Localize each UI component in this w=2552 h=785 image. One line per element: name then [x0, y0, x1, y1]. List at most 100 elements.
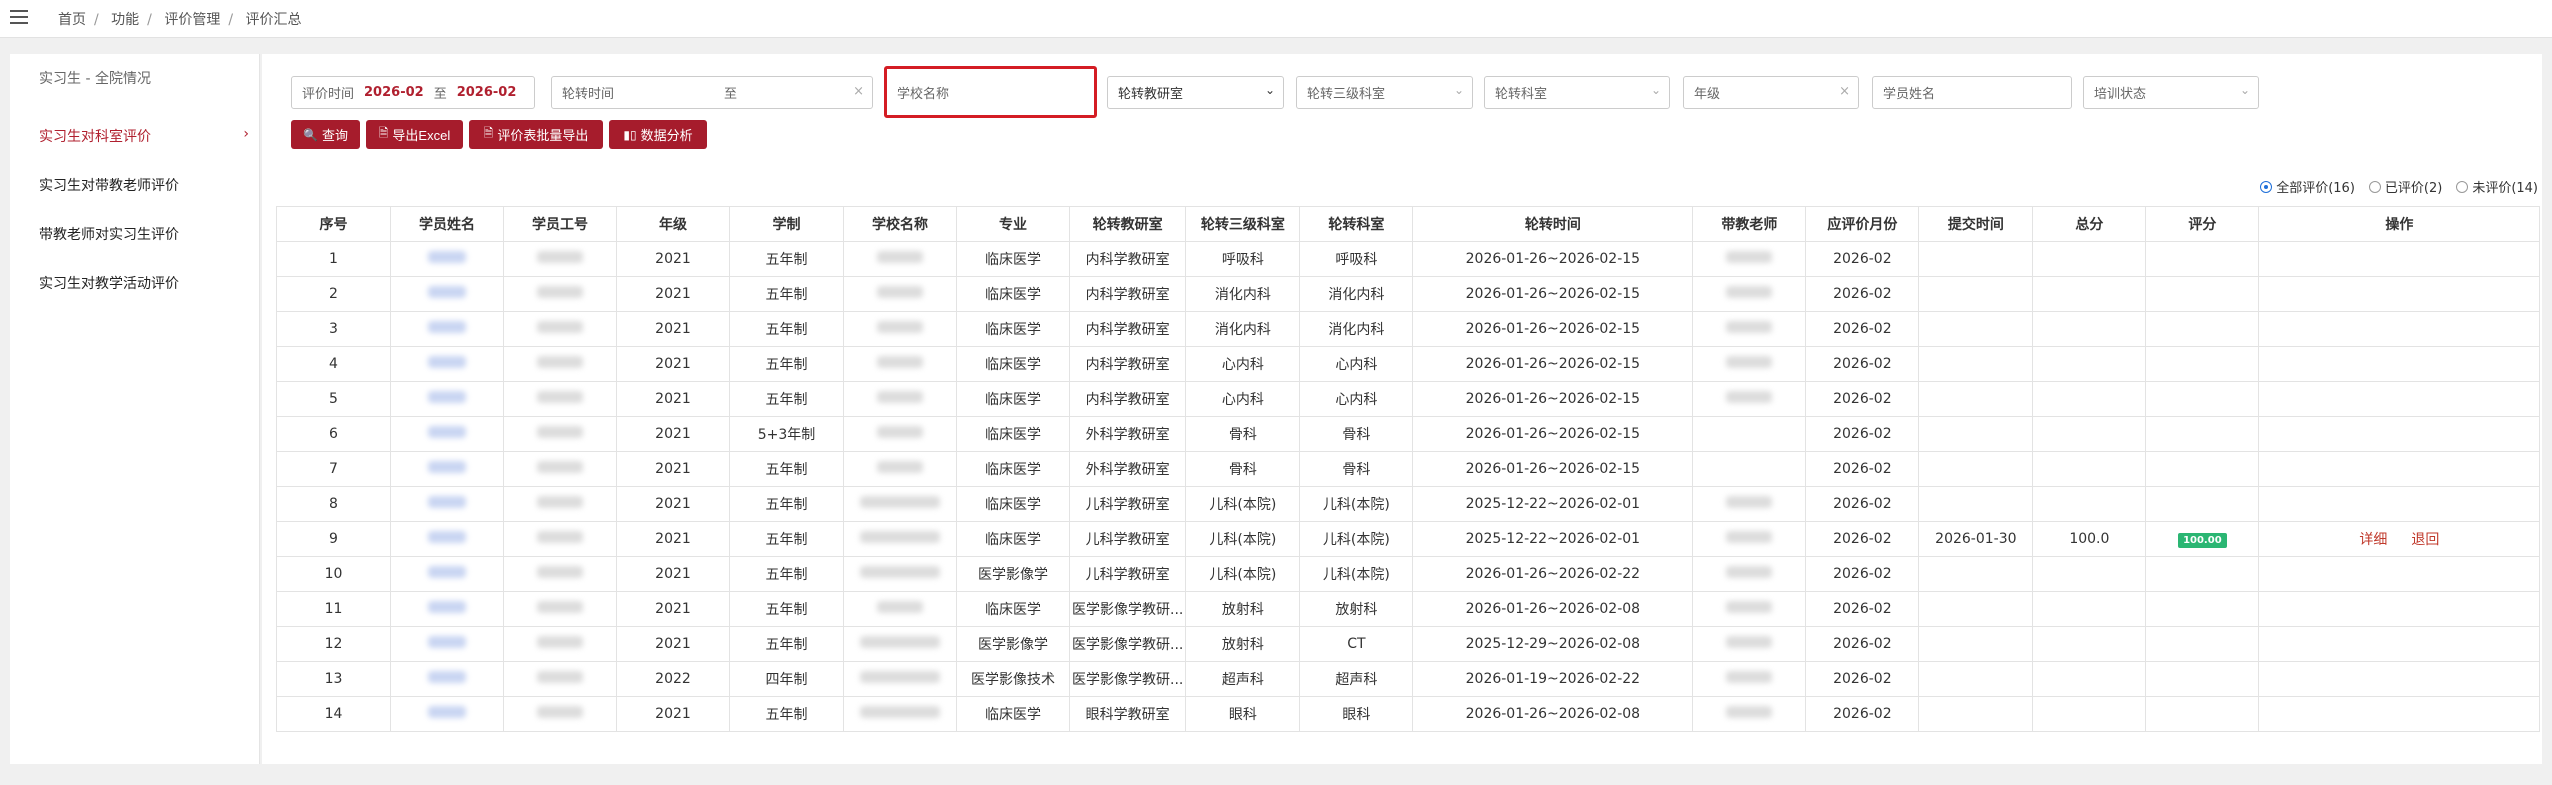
column-header: 总分 — [2032, 206, 2147, 242]
sidebar: 实习生 - 全院情况 实习生对科室评价 › 实习生对带教老师评价 带教老师对实习生… — [10, 54, 260, 764]
cell-student-name[interactable] — [390, 346, 504, 382]
table-row[interactable]: 10 2021 五年制 医学影像学 儿科学教研室 儿科(本院) 儿科(本院) 2026-01-… — [276, 556, 2541, 592]
data-analysis-button[interactable]: ▮▯ 数据分析 — [609, 120, 707, 149]
cell-teaching-room: 医学影像学教研... — [1068, 626, 1187, 662]
cell-student-name[interactable] — [390, 591, 504, 627]
batch-export-button[interactable]: 🗎 评价表批量导出 — [469, 120, 603, 149]
table-row[interactable]: 11 2021 五年制 临床医学 医学影像学教研... 放射科 放射科 2026-01-26~… — [276, 591, 2541, 627]
redacted-value — [877, 461, 923, 473]
cell-student-name[interactable] — [390, 451, 504, 487]
eval-summary-table: 序号 学员姓名 学员工号 年级 学制 学校名称 专业 轮转教研室 轮转三级科室 轮转科室 轮转时间带… — [276, 206, 2541, 732]
batch-export-label: 评价表批量导出 — [497, 128, 589, 143]
cell-student-name[interactable] — [390, 416, 504, 452]
cell-score — [2145, 381, 2260, 417]
cell-rotation-time: 2026-01-26~2026-02-15 — [1412, 311, 1694, 347]
cell-student-name[interactable] — [390, 276, 504, 312]
sidebar-item-teacher-to-intern[interactable]: 带教老师对实习生评价 — [39, 224, 249, 244]
cell-total-score: 100.0 — [2032, 521, 2147, 557]
cell-student-id — [503, 521, 617, 557]
cell-dept: 消化内科 — [1299, 276, 1414, 312]
redacted-value — [877, 601, 923, 613]
cell-teacher — [1692, 241, 1807, 277]
school-name-input[interactable]: 学校名称 — [884, 66, 1097, 118]
eval-time-range[interactable]: 评价时间 2026-02 至 2026-02 — [291, 76, 535, 109]
breadcrumb-function[interactable]: 功能 — [111, 12, 139, 28]
cell-school-name — [843, 591, 957, 627]
cell-major: 临床医学 — [956, 241, 1070, 277]
column-header: 轮转时间 — [1412, 206, 1694, 242]
sidebar-item-intern-to-dept[interactable]: 实习生对科室评价 › — [39, 126, 249, 146]
radio-not-evaluated[interactable]: 未评价(14) — [2456, 177, 2538, 196]
cell-student-id — [503, 416, 617, 452]
cell-student-name[interactable] — [390, 696, 504, 732]
cell-student-name[interactable] — [390, 626, 504, 662]
training-status-select[interactable]: 培训状态 ⌄ — [2083, 76, 2259, 109]
level3-dept-select[interactable]: 轮转三级科室 ⌄ — [1296, 76, 1473, 109]
dept-select[interactable]: 轮转科室 ⌄ — [1484, 76, 1670, 109]
cell-student-name[interactable] — [390, 486, 504, 522]
column-header: 带教老师 — [1692, 206, 1807, 242]
radio-all[interactable]: 全部评价(16) — [2260, 177, 2355, 196]
cell-student-name[interactable] — [390, 556, 504, 592]
cell-level3-dept: 超声科 — [1185, 661, 1301, 697]
score-badge: 100.00 — [2178, 532, 2227, 548]
return-link[interactable]: 退回 — [2411, 532, 2439, 548]
cell-rotation-time: 2025-12-29~2026-02-08 — [1412, 626, 1694, 662]
table-row[interactable]: 4 2021 五年制 临床医学 内科学教研室 心内科 心内科 2026-01-26~2026-… — [276, 346, 2541, 382]
radio-evaluated[interactable]: 已评价(2) — [2368, 177, 2443, 196]
cell-total-score — [2032, 486, 2147, 522]
cell-grade: 2021 — [616, 451, 730, 487]
student-name-input[interactable]: 学员姓名 — [1872, 76, 2072, 109]
table-row[interactable]: 2 2021 五年制 临床医学 内科学教研室 消化内科 消化内科 2026-01-26~202… — [276, 276, 2541, 312]
redacted-value — [860, 706, 940, 718]
cell-submit-time: 2026-01-30 — [1918, 521, 2034, 557]
detail-link[interactable]: 详细 — [2359, 532, 2387, 548]
cell-system: 五年制 — [729, 591, 844, 627]
sidebar-item-intern-to-activity[interactable]: 实习生对教学活动评价 — [39, 273, 249, 293]
eval-time-start[interactable]: 2026-02 — [364, 85, 424, 100]
cell-rotation-time: 2026-01-26~2026-02-22 — [1412, 556, 1694, 592]
hamburger-menu-icon[interactable] — [10, 10, 28, 26]
table-row[interactable]: 7 2021 五年制 临床医学 外科学教研室 骨科 骨科 2026-01-26~2026-02… — [276, 451, 2541, 487]
cell-student-name[interactable] — [390, 521, 504, 557]
sidebar-item-intern-to-teacher[interactable]: 实习生对带教老师评价 — [39, 175, 249, 195]
radio-label: 已评价(2) — [2384, 181, 2443, 196]
clear-icon[interactable]: × — [853, 84, 864, 99]
cell-dept: 儿科(本院) — [1299, 521, 1414, 557]
redacted-value — [428, 706, 466, 718]
table-row[interactable]: 8 2021 五年制 临床医学 儿科学教研室 儿科(本院) 儿科(本院) 2025-12-22… — [276, 486, 2541, 522]
cell-operations — [2258, 556, 2541, 592]
cell-student-name[interactable] — [390, 311, 504, 347]
eval-time-label: 评价时间 — [302, 87, 355, 102]
redacted-value — [860, 671, 940, 683]
grade-select[interactable]: 年级 × — [1683, 76, 1859, 109]
cell-school-name — [843, 311, 957, 347]
clear-icon[interactable]: × — [1839, 84, 1850, 99]
cell-student-name[interactable] — [390, 381, 504, 417]
query-button[interactable]: 🔍 查询 — [291, 120, 360, 149]
table-row[interactable]: 9 2021 五年制 临床医学 儿科学教研室 儿科(本院) 儿科(本院) 2025-12-22… — [276, 521, 2541, 557]
eval-time-end[interactable]: 2026-02 — [457, 85, 517, 100]
cell-rotation-time: 2026-01-26~2026-02-08 — [1412, 696, 1694, 732]
breadcrumb-home[interactable]: 首页 — [58, 12, 86, 28]
cell-dept: CT — [1299, 626, 1414, 662]
table-row[interactable]: 3 2021 五年制 临床医学 内科学教研室 消化内科 消化内科 2026-01-26~202… — [276, 311, 2541, 347]
column-header: 轮转三级科室 — [1185, 206, 1301, 242]
redacted-value — [877, 391, 923, 403]
table-row[interactable]: 14 2021 五年制 临床医学 眼科学教研室 眼科 眼科 2026-01-26~2026-0… — [276, 696, 2541, 732]
table-row[interactable]: 13 2022 四年制 医学影像技术 医学影像学教研... 超声科 超声科 2026-01-1… — [276, 661, 2541, 697]
cell-school-name — [843, 241, 957, 277]
breadcrumb-eval-manage[interactable]: 评价管理 — [164, 12, 220, 28]
export-excel-button[interactable]: 🗎 导出Excel — [366, 120, 463, 149]
teaching-room-select[interactable]: 轮转教研室 ⌄ — [1107, 76, 1284, 109]
redacted-value — [537, 706, 583, 718]
cell-student-name[interactable] — [390, 661, 504, 697]
table-row[interactable]: 6 2021 5+3年制 临床医学 外科学教研室 骨科 骨科 2026-01-26~2026-… — [276, 416, 2541, 452]
redacted-value — [537, 601, 583, 613]
cell-student-name[interactable] — [390, 241, 504, 277]
table-row[interactable]: 1 2021 五年制 临床医学 内科学教研室 呼吸科 呼吸科 2026-01-26~2026-… — [276, 241, 2541, 277]
cell-major: 临床医学 — [956, 311, 1070, 347]
rotation-time-range[interactable]: 轮转时间 至 × — [551, 76, 873, 109]
table-row[interactable]: 12 2021 五年制 医学影像学 医学影像学教研... 放射科 CT 2025-12-29~… — [276, 626, 2541, 662]
table-row[interactable]: 5 2021 五年制 临床医学 内科学教研室 心内科 心内科 2026-01-26~2026-… — [276, 381, 2541, 417]
